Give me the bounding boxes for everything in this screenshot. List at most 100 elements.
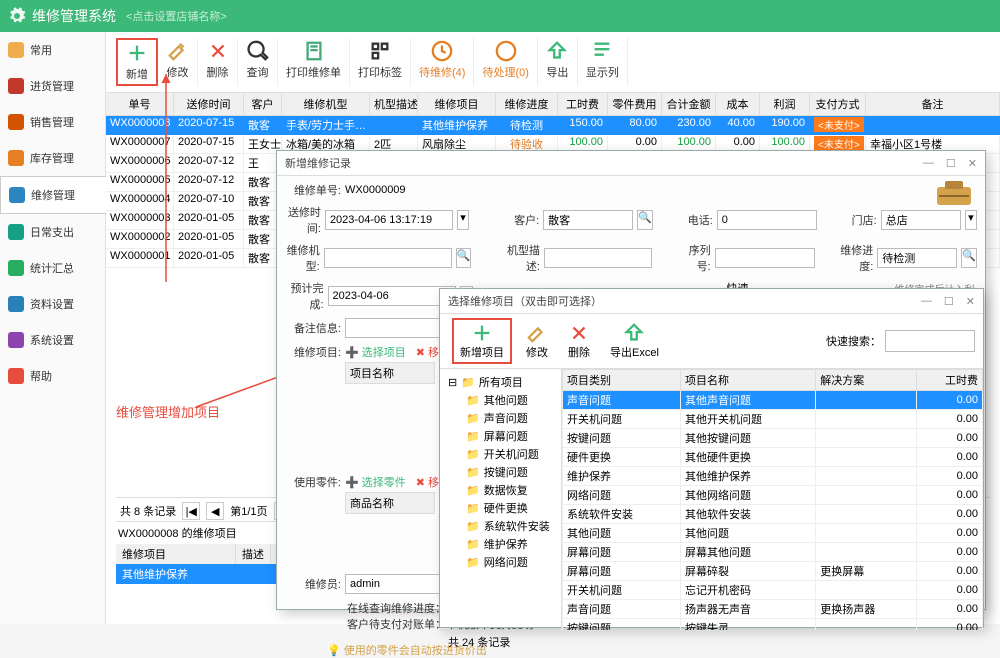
- pager-prev[interactable]: ◀: [206, 502, 224, 520]
- tree-item[interactable]: 📁 网络问题: [448, 553, 553, 571]
- col-header[interactable]: 支付方式: [810, 93, 866, 115]
- col-header[interactable]: 维修机型: [282, 93, 370, 115]
- sidebar-item-6[interactable]: 统计汇总: [0, 250, 105, 286]
- toolbar-打印标签[interactable]: 打印标签: [350, 38, 411, 86]
- shop-name-hint[interactable]: <点击设置店铺名称>: [126, 8, 227, 24]
- tree-item[interactable]: 📁 声音问题: [448, 409, 553, 427]
- add-parts-link[interactable]: ➕ 选择零件: [345, 474, 406, 490]
- toolbar-新增[interactable]: 新增: [116, 38, 158, 86]
- tree-item[interactable]: 📁 屏幕问题: [448, 427, 553, 445]
- sidebar-item-2[interactable]: 销售管理: [0, 104, 105, 140]
- col-header[interactable]: 客户: [244, 93, 282, 115]
- project-row[interactable]: 开关机问题其他开关机问题0.00: [563, 410, 983, 429]
- tree-item[interactable]: 📁 其他问题: [448, 391, 553, 409]
- proj-col-header[interactable]: 项目类别: [563, 370, 681, 391]
- tree-root[interactable]: ⊟ 📁 所有项目: [448, 373, 553, 391]
- project-row[interactable]: 其他问题其他问题0.00: [563, 524, 983, 543]
- proj-col-header[interactable]: 项目名称: [680, 370, 815, 391]
- toolbox-icon: [933, 177, 975, 212]
- project-row[interactable]: 按键问题其他按键问题0.00: [563, 429, 983, 448]
- tree-item[interactable]: 📁 开关机问题: [448, 445, 553, 463]
- expect-input[interactable]: [328, 286, 456, 306]
- maximize-icon[interactable]: ☐: [946, 157, 956, 170]
- close-icon[interactable]: ✕: [968, 157, 977, 170]
- model-input[interactable]: [324, 248, 452, 268]
- toolbar-查询[interactable]: 查询: [238, 38, 278, 86]
- sub-toolbar-删除[interactable]: 删除: [562, 320, 596, 362]
- sidebar-item-5[interactable]: 日常支出: [0, 214, 105, 250]
- toolbar-修改[interactable]: 修改: [158, 38, 198, 86]
- category-tree: ⊟ 📁 所有项目📁 其他问题📁 声音问题📁 屏幕问题📁 开关机问题📁 按键问题📁…: [440, 369, 562, 630]
- project-row[interactable]: 维护保养其他维护保养0.00: [563, 467, 983, 486]
- dropdown-icon[interactable]: ▾: [965, 210, 977, 230]
- gear-icon: [8, 7, 26, 25]
- tree-item[interactable]: 📁 按键问题: [448, 463, 553, 481]
- project-row[interactable]: 屏幕问题屏幕其他问题0.00: [563, 543, 983, 562]
- project-row[interactable]: 声音问题扬声器无声音更换扬声器0.00: [563, 600, 983, 619]
- toolbar-待维修(4)[interactable]: 待维修(4): [411, 38, 474, 86]
- toolbar-导出[interactable]: 导出: [538, 38, 578, 86]
- serial-input[interactable]: [715, 248, 815, 268]
- project-row[interactable]: 网络问题其他网络问题0.00: [563, 486, 983, 505]
- sub-toolbar-导出Excel[interactable]: 导出Excel: [604, 320, 665, 362]
- desc-input[interactable]: [544, 248, 652, 268]
- toolbar-打印维修单[interactable]: 打印维修单: [278, 38, 350, 86]
- sidebar-item-4[interactable]: 维修管理: [0, 176, 106, 214]
- send-time-input[interactable]: [325, 210, 453, 230]
- col-header[interactable]: 维修项目: [418, 93, 496, 115]
- proj-col-header[interactable]: 解决方案: [816, 370, 917, 391]
- col-header[interactable]: 维修进度: [496, 93, 558, 115]
- sidebar-item-7[interactable]: 资料设置: [0, 286, 105, 322]
- minimize-icon-2[interactable]: —: [921, 295, 932, 308]
- calendar-icon[interactable]: ▾: [457, 210, 469, 230]
- quick-search-input[interactable]: [885, 330, 975, 352]
- toolbar-显示列[interactable]: 显示列: [578, 38, 628, 86]
- project-row[interactable]: 屏幕问题屏幕碎裂更换屏幕0.00: [563, 562, 983, 581]
- sub-toolbar-修改[interactable]: 修改: [520, 320, 554, 362]
- sidebar-item-8[interactable]: 系统设置: [0, 322, 105, 358]
- project-row[interactable]: 开关机问题忘记开机密码0.00: [563, 581, 983, 600]
- progress-search-icon[interactable]: 🔍: [961, 248, 977, 268]
- search-model-icon[interactable]: 🔍: [456, 248, 472, 268]
- col-header[interactable]: 零件费用: [608, 93, 662, 115]
- sidebar-item-0[interactable]: 常用: [0, 32, 105, 68]
- maximize-icon-2[interactable]: ☐: [944, 295, 954, 308]
- col-header[interactable]: 送修时间: [174, 93, 244, 115]
- table-row[interactable]: WX00000082020-07-15散客手表/劳力士手…其他维护保养待检测15…: [106, 116, 1000, 135]
- project-row[interactable]: 系统软件安装其他软件安装0.00: [563, 505, 983, 524]
- col-header[interactable]: 合计金额: [662, 93, 716, 115]
- tree-item[interactable]: 📁 硬件更换: [448, 499, 553, 517]
- col-header[interactable]: 单号: [106, 93, 174, 115]
- progress-select[interactable]: [877, 248, 957, 268]
- shop-select[interactable]: [881, 210, 961, 230]
- close-icon-2[interactable]: ✕: [966, 295, 975, 308]
- tree-item[interactable]: 📁 维护保养: [448, 535, 553, 553]
- search-customer-icon[interactable]: 🔍: [637, 210, 653, 230]
- app-title: 维修管理系统: [32, 6, 116, 26]
- sub-toolbar-新增项目[interactable]: 新增项目: [452, 318, 512, 364]
- tree-item[interactable]: 📁 数据恢复: [448, 481, 553, 499]
- phone-input[interactable]: [717, 210, 817, 230]
- col-header[interactable]: 利润: [760, 93, 810, 115]
- toolbar-待处理(0)[interactable]: 待处理(0): [474, 38, 537, 86]
- col-header[interactable]: 成本: [716, 93, 760, 115]
- main-toolbar: 新增修改删除查询打印维修单打印标签待维修(4)待处理(0)导出显示列: [106, 32, 1000, 93]
- customer-input[interactable]: [543, 210, 633, 230]
- project-row[interactable]: 硬件更换其他硬件更换0.00: [563, 448, 983, 467]
- sidebar-item-1[interactable]: 进货管理: [0, 68, 105, 104]
- toolbar-删除[interactable]: 删除: [198, 38, 238, 86]
- proj-col-header[interactable]: 工时费: [916, 370, 982, 391]
- col-header[interactable]: 工时费: [558, 93, 608, 115]
- sidebar: 常用进货管理销售管理库存管理维修管理日常支出统计汇总资料设置系统设置帮助: [0, 32, 106, 624]
- tree-item[interactable]: 📁 系统软件安装: [448, 517, 553, 535]
- add-project-link[interactable]: ➕ 选择项目: [345, 344, 406, 360]
- project-row[interactable]: 声音问题其他声音问题0.00: [563, 391, 983, 410]
- col-header[interactable]: 机型描述: [370, 93, 418, 115]
- sidebar-item-9[interactable]: 帮助: [0, 358, 105, 394]
- pager-first[interactable]: |◀: [182, 502, 200, 520]
- project-row[interactable]: 按键问题按键失灵0.00: [563, 619, 983, 631]
- minimize-icon[interactable]: —: [923, 157, 934, 170]
- detail-col-desc: 描述: [236, 544, 271, 564]
- sidebar-item-3[interactable]: 库存管理: [0, 140, 105, 176]
- col-header[interactable]: 备注: [866, 93, 1000, 115]
